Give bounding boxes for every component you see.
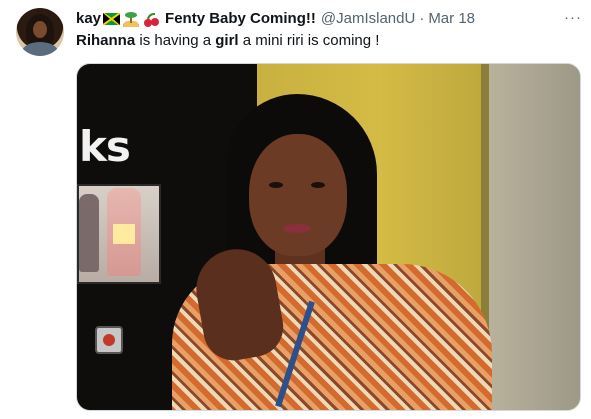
separator-dot: ·	[419, 10, 425, 27]
tweet-media-image[interactable]: ks	[76, 63, 581, 411]
media-woman-eye	[311, 182, 325, 188]
desert-island-icon	[123, 11, 140, 27]
media-machine-button	[95, 326, 123, 354]
more-options-icon[interactable]: ···	[563, 8, 583, 26]
media-woman-face	[249, 134, 347, 256]
avatar-shoulders	[22, 42, 58, 56]
tweet-text-part: is having a	[135, 32, 216, 49]
tweet-date[interactable]: Mar 18	[428, 10, 475, 28]
avatar[interactable]	[16, 8, 64, 56]
user-handle[interactable]: @JamIslandU	[321, 10, 415, 28]
media-bottle	[79, 194, 99, 272]
media-door	[487, 64, 580, 410]
tweet-text-bold-name: Rihanna	[76, 32, 136, 49]
tweet-header: kay Fenty Baby Coming!! @JamIslandU · Ma…	[76, 10, 475, 28]
cherries-icon	[143, 12, 160, 27]
media-bottle-label	[113, 224, 135, 244]
display-name[interactable]: kay	[76, 10, 101, 28]
tweet-text-bold-girl: girl	[215, 32, 239, 49]
display-name-suffix[interactable]: Fenty Baby Coming!!	[165, 10, 316, 28]
tweet-text-part: a mini riri is coming !	[238, 32, 380, 49]
avatar-face	[33, 21, 47, 38]
media-machine-sign: ks	[79, 122, 131, 171]
jamaica-flag-icon	[103, 13, 121, 25]
tweet[interactable]: kay Fenty Baby Coming!! @JamIslandU · Ma…	[0, 0, 591, 419]
media-woman-eye	[269, 182, 283, 188]
media-woman-lips	[283, 224, 311, 233]
tweet-text: Rihanna is having a girl a mini riri is …	[76, 31, 379, 50]
